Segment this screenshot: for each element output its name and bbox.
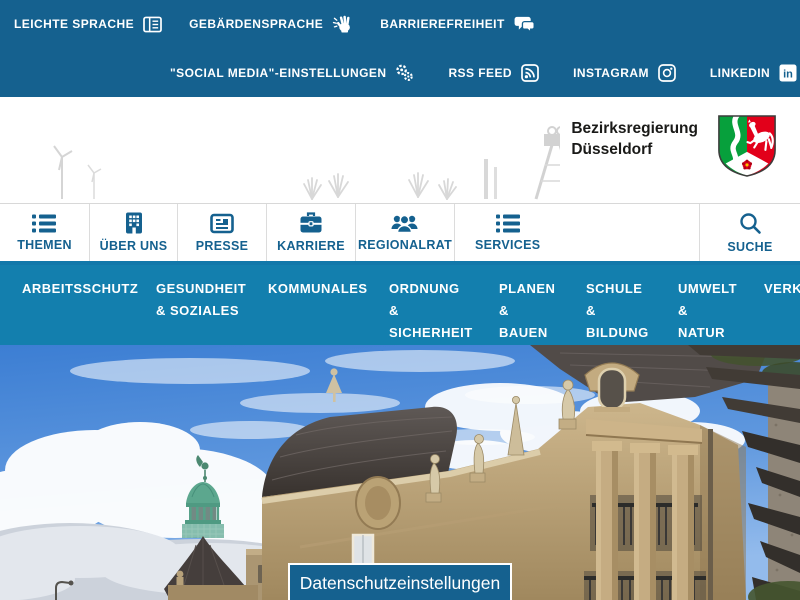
subnav-label-line: KOMMUNALES bbox=[268, 278, 389, 300]
subnav-label-line: ARBEITSSCHUTZ bbox=[22, 278, 156, 300]
link-leichte-sprache[interactable]: LEICHTE SPRACHE bbox=[14, 16, 162, 33]
link-barrierefreiheit[interactable]: BARRIEREFREIHEIT bbox=[380, 15, 536, 33]
subnav-item-ordnung-sicherheit[interactable]: ORDNUNG & SICHERHEIT bbox=[389, 278, 499, 345]
top-utility-bar: LEICHTE SPRACHE GEBÄRDENSPRACHE BARR bbox=[0, 0, 800, 97]
nav-item-ueber-uns[interactable]: ÜBER UNS bbox=[90, 204, 178, 261]
subnav-label-line: BAUEN bbox=[499, 322, 586, 344]
people-icon bbox=[391, 213, 418, 233]
subnav-item-kommunales[interactable]: KOMMUNALES bbox=[268, 278, 389, 345]
datenschutz-button[interactable]: Datenschutzeinstellungen bbox=[288, 563, 512, 600]
nav-item-suche[interactable]: SUCHE bbox=[700, 204, 800, 261]
instagram-icon bbox=[658, 64, 676, 82]
nav-item-regionalrat[interactable]: REGIONALRAT bbox=[356, 204, 455, 261]
link-rss-feed[interactable]: RSS FEED bbox=[448, 64, 539, 82]
hero-photo-building bbox=[0, 345, 800, 600]
list-icon bbox=[496, 214, 520, 233]
subnav-item-arbeitsschutz[interactable]: ARBEITSSCHUTZ bbox=[22, 278, 156, 345]
link-linkedin[interactable]: LINKEDIN in bbox=[710, 64, 797, 82]
nav-item-label: SUCHE bbox=[727, 240, 772, 254]
link-label: INSTAGRAM bbox=[573, 66, 649, 80]
datenschutz-button-label: Datenschutzeinstellungen bbox=[300, 573, 500, 600]
topic-navigation: ARBEITSSCHUTZ GESUNDHEIT & SOZIALES KOMM… bbox=[0, 265, 800, 345]
accessibility-links-row: LEICHTE SPRACHE GEBÄRDENSPRACHE BARR bbox=[0, 0, 800, 48]
subnav-label-line: GESUNDHEIT bbox=[156, 278, 268, 300]
link-label: LEICHTE SPRACHE bbox=[14, 17, 134, 31]
social-links-row: "SOCIAL MEDIA"-EINSTELLUNGEN RSS FEED IN… bbox=[0, 48, 800, 97]
org-name-line1: Bezirksregierung bbox=[571, 118, 698, 139]
subnav-label-line: BILDUNG bbox=[586, 322, 678, 344]
list-icon bbox=[32, 214, 56, 233]
org-name: Bezirksregierung Düsseldorf bbox=[571, 113, 698, 160]
search-icon bbox=[738, 211, 762, 235]
sign-language-icon bbox=[332, 15, 353, 33]
subnav-item-schule-bildung[interactable]: SCHULE & BILDUNG bbox=[586, 278, 678, 345]
nav-item-label: PRESSE bbox=[196, 239, 249, 253]
rss-icon bbox=[521, 64, 539, 82]
subnav-label-line: SICHERHEIT bbox=[389, 322, 499, 344]
easy-language-icon bbox=[143, 16, 162, 33]
link-label: "SOCIAL MEDIA"-EINSTELLUNGEN bbox=[170, 66, 386, 80]
link-label: LINKEDIN bbox=[710, 66, 770, 80]
link-instagram[interactable]: INSTAGRAM bbox=[573, 64, 676, 82]
nav-item-presse[interactable]: PRESSE bbox=[178, 204, 267, 261]
subnav-item-verkehr[interactable]: VERKEHR bbox=[764, 278, 800, 345]
subnav-label-line: VERKEHR bbox=[764, 278, 800, 300]
nav-item-label: ÜBER UNS bbox=[100, 239, 168, 253]
speech-bubbles-icon bbox=[514, 15, 536, 33]
subnav-label-line: & bbox=[499, 300, 586, 322]
link-label: RSS FEED bbox=[448, 66, 512, 80]
subnav-label-line: ORDNUNG bbox=[389, 278, 499, 300]
svg-text:in: in bbox=[783, 68, 793, 80]
link-social-media-einstellungen[interactable]: "SOCIAL MEDIA"-EINSTELLUNGEN bbox=[170, 64, 414, 82]
site-header: Bezirksregierung Düsseldorf bbox=[0, 97, 800, 203]
nrw-skyline-silhouette bbox=[0, 101, 560, 201]
briefcase-icon bbox=[299, 212, 323, 234]
main-navigation: THEMEN ÜBER UNS PRESSE KARRIERE bbox=[0, 203, 800, 265]
link-gebaerdensprache[interactable]: GEBÄRDENSPRACHE bbox=[189, 15, 353, 33]
hero-section: Datenschutzeinstellungen bbox=[0, 345, 800, 600]
subnav-item-umwelt-natur[interactable]: UMWELT & NATUR bbox=[678, 278, 764, 345]
linkedin-icon: in bbox=[779, 64, 797, 82]
subnav-label-line: & SOZIALES bbox=[156, 300, 268, 322]
subnav-label-line: PLANEN bbox=[499, 278, 586, 300]
nav-item-karriere[interactable]: KARRIERE bbox=[267, 204, 356, 261]
subnav-label-line: & bbox=[586, 300, 678, 322]
subnav-label-line: NATUR bbox=[678, 322, 764, 344]
nav-item-themen[interactable]: THEMEN bbox=[0, 204, 90, 261]
newspaper-icon bbox=[210, 213, 234, 234]
nrw-coat-of-arms bbox=[716, 113, 778, 179]
nav-item-label: SERVICES bbox=[475, 238, 540, 252]
subnav-item-planen-bauen[interactable]: PLANEN & BAUEN bbox=[499, 278, 586, 345]
nav-item-label: THEMEN bbox=[17, 238, 72, 252]
brand-block[interactable]: Bezirksregierung Düsseldorf bbox=[571, 113, 778, 179]
subnav-label-line: UMWELT bbox=[678, 278, 764, 300]
org-name-line2: Düsseldorf bbox=[571, 139, 698, 160]
subnav-item-gesundheit-soziales[interactable]: GESUNDHEIT & SOZIALES bbox=[156, 278, 268, 345]
nav-item-label: KARRIERE bbox=[277, 239, 345, 253]
subnav-label-line: & bbox=[389, 300, 499, 322]
link-label: GEBÄRDENSPRACHE bbox=[189, 17, 323, 31]
nav-item-services[interactable]: SERVICES bbox=[455, 204, 700, 261]
gears-icon bbox=[395, 64, 414, 82]
subnav-label-line: & bbox=[678, 300, 764, 322]
nav-item-label: REGIONALRAT bbox=[358, 238, 452, 252]
subnav-label-line: SCHULE bbox=[586, 278, 678, 300]
link-label: BARRIEREFREIHEIT bbox=[380, 17, 505, 31]
building-icon bbox=[124, 212, 144, 234]
